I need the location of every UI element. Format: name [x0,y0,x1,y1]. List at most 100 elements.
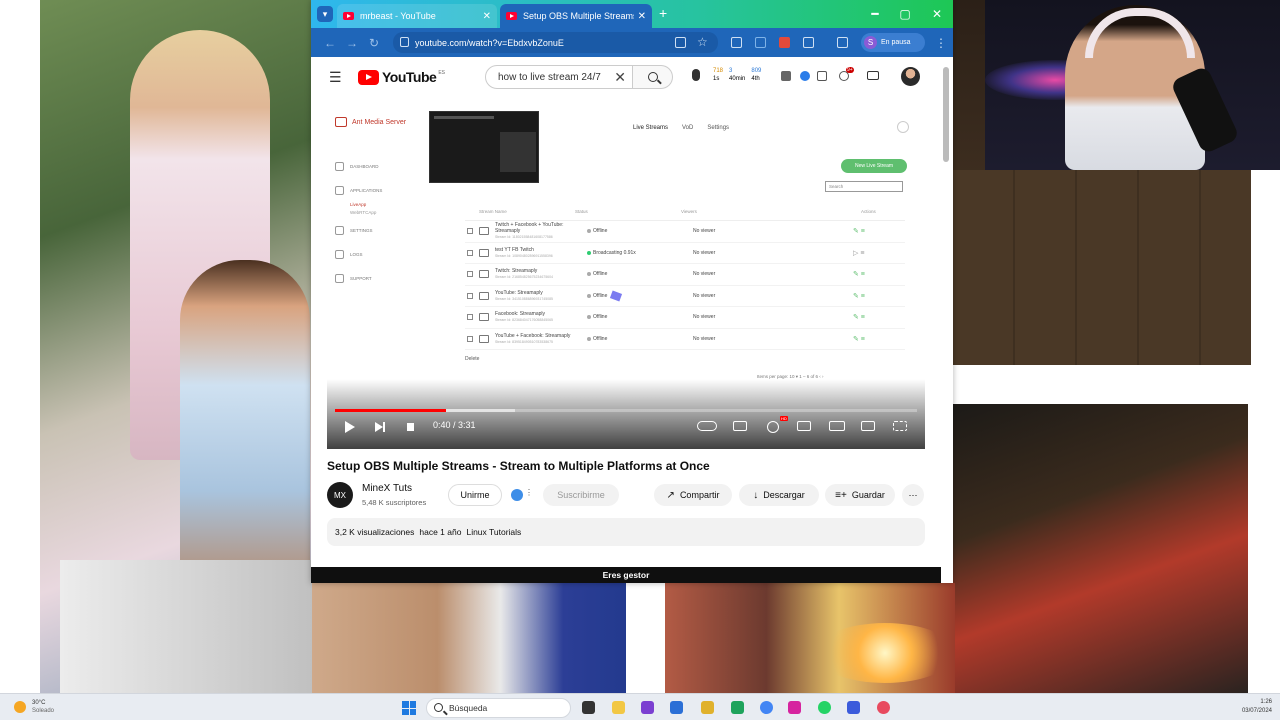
app-icon[interactable] [670,701,683,714]
autoplay-toggle[interactable] [697,421,717,431]
more-actions-button[interactable]: ⋯ [902,484,924,506]
instagram-icon[interactable] [788,701,801,714]
back-icon[interactable]: ← [319,36,341,50]
extension-badge-icon[interactable] [511,489,523,501]
next-icon[interactable] [375,422,385,432]
share-button[interactable]: ↗ Compartir [654,484,732,506]
scrollbar[interactable] [943,67,949,162]
extensions-puzzle-icon[interactable] [837,37,848,48]
tab-setup-obs[interactable]: Setup OBS Multiple Streams - S ✕ [500,4,652,28]
chrome-icon[interactable] [760,701,773,714]
join-button[interactable]: Unirme [448,484,502,506]
stream-title: YouTube: Streamaply [495,289,543,296]
browser-menu-icon[interactable]: ⋮ [935,36,947,50]
file-explorer-icon[interactable] [612,701,625,714]
extension-icon[interactable] [755,37,766,48]
app-icon[interactable] [847,701,860,714]
extension-icon[interactable] [803,37,814,48]
more-options-icon[interactable]: ⋮ [525,488,533,497]
minimize-button[interactable]: ━ [861,2,889,26]
stream-viewers: No viewer [693,292,716,299]
volume-icon[interactable] [407,423,414,431]
app-icon[interactable] [731,701,744,714]
play-icon[interactable] [345,421,355,433]
logo-country: ES [438,70,445,76]
youtube-logo[interactable]: YouTube ES [358,69,445,85]
status-dot [587,250,591,255]
overlay-panel [500,132,536,172]
video-title: Setup OBS Multiple Streams - Stream to M… [327,459,710,473]
avatar[interactable] [901,67,920,86]
clock-time: 1:26 [1260,699,1272,705]
windows-start-icon[interactable] [402,701,416,715]
miniplayer-icon[interactable] [797,421,811,431]
profile-button[interactable]: S En pausa [861,33,925,52]
browser-window: ▾ mrbeast - YouTube ✕ Setup OBS Multiple… [311,0,953,583]
extension-icon[interactable] [731,37,742,48]
cast-icon[interactable] [861,421,875,431]
subtitles-icon[interactable] [733,421,747,431]
app-icon[interactable] [641,701,654,714]
edit-icon: ✎ ≡ [853,228,865,236]
progress-bar[interactable] [335,409,917,412]
checkbox-icon [467,271,473,278]
extension-icon[interactable] [800,71,810,81]
create-icon[interactable] [867,71,879,80]
site-info-icon[interactable] [400,37,409,47]
taskbar-search-input[interactable]: Búsqueda [426,698,571,718]
task-view-icon[interactable] [582,701,595,714]
search-button[interactable] [633,65,673,89]
extension-icon[interactable] [779,37,790,48]
list-icon[interactable] [817,71,827,81]
save-button[interactable]: ≡+ Guardar [825,484,895,506]
channel-avatar[interactable]: MX [327,482,353,508]
reload-icon[interactable]: ↻ [363,36,385,50]
close-tab-icon[interactable]: ✕ [638,11,646,22]
maximize-button[interactable]: ▢ [891,2,919,26]
ams-logo-icon [335,117,347,127]
stat: 3 40min [729,67,745,83]
description-box[interactable]: 3,2 K visualizaciones hace 1 año Linux T… [327,518,925,546]
stream-icon [479,291,489,300]
stream-status: Offline [587,228,693,234]
tab-search-icon[interactable]: ▾ [317,6,333,22]
app-icon[interactable] [877,701,890,714]
stat-label: 40min [729,76,746,82]
weather-text: 30°C Soleado [32,699,54,715]
system-clock[interactable]: 1:26 03/07/2024 [1232,698,1272,716]
stream-status: Broadcasting 0.91x [587,250,693,256]
new-tab-icon[interactable]: + [659,6,667,20]
download-button[interactable]: ↓ Descargar [739,484,819,506]
save-playlist-icon: ≡+ [835,489,847,501]
weather-widget[interactable]: 30°C Soleado [14,699,54,715]
weather-desc: Soleado [32,708,55,714]
bookmark-star-icon[interactable]: ☆ [697,35,708,49]
close-window-button[interactable]: ✕ [923,2,951,26]
video-player[interactable]: Ant Media Server Live Streams VoD Settin… [327,109,925,449]
app-icon[interactable] [701,701,714,714]
ams-delete-button: Delete [465,356,480,362]
subscribe-button[interactable]: Suscribirme [543,484,619,506]
youtube-favicon-icon [506,12,517,20]
ams-side-label: SUPPORT [350,275,372,281]
forward-icon[interactable]: → [341,36,363,50]
search-input[interactable]: how to live stream 24/7 ✕ [485,65,633,89]
hamburger-menu-icon[interactable]: ☰ [329,69,342,86]
table-row: Twitch: Streamaply Stream Id: 21685482567… [465,264,905,286]
address-bar[interactable]: youtube.com/watch?v=EbdxvbZonuE [393,32,718,53]
voice-search-icon[interactable] [692,69,700,81]
fullscreen-icon[interactable] [893,421,907,431]
stream-id: Stream Id: 108904802896911558396 [495,253,553,258]
settings-gear-icon[interactable] [767,421,779,433]
tab-mrbeast[interactable]: mrbeast - YouTube ✕ [337,4,497,28]
channel-name[interactable]: MineX Tuts [362,483,412,494]
theater-mode-icon[interactable] [829,421,845,431]
clear-search-icon[interactable]: ✕ [614,69,626,86]
desktop: ▾ mrbeast - YouTube ✕ Setup OBS Multiple… [0,0,1280,720]
close-tab-icon[interactable]: ✕ [483,11,491,22]
upload-age: hace 1 año [419,527,462,537]
install-app-icon[interactable] [675,37,686,48]
logo-text: YouTube [382,69,437,85]
whatsapp-icon[interactable] [818,701,831,714]
extension-icon[interactable] [781,71,791,81]
